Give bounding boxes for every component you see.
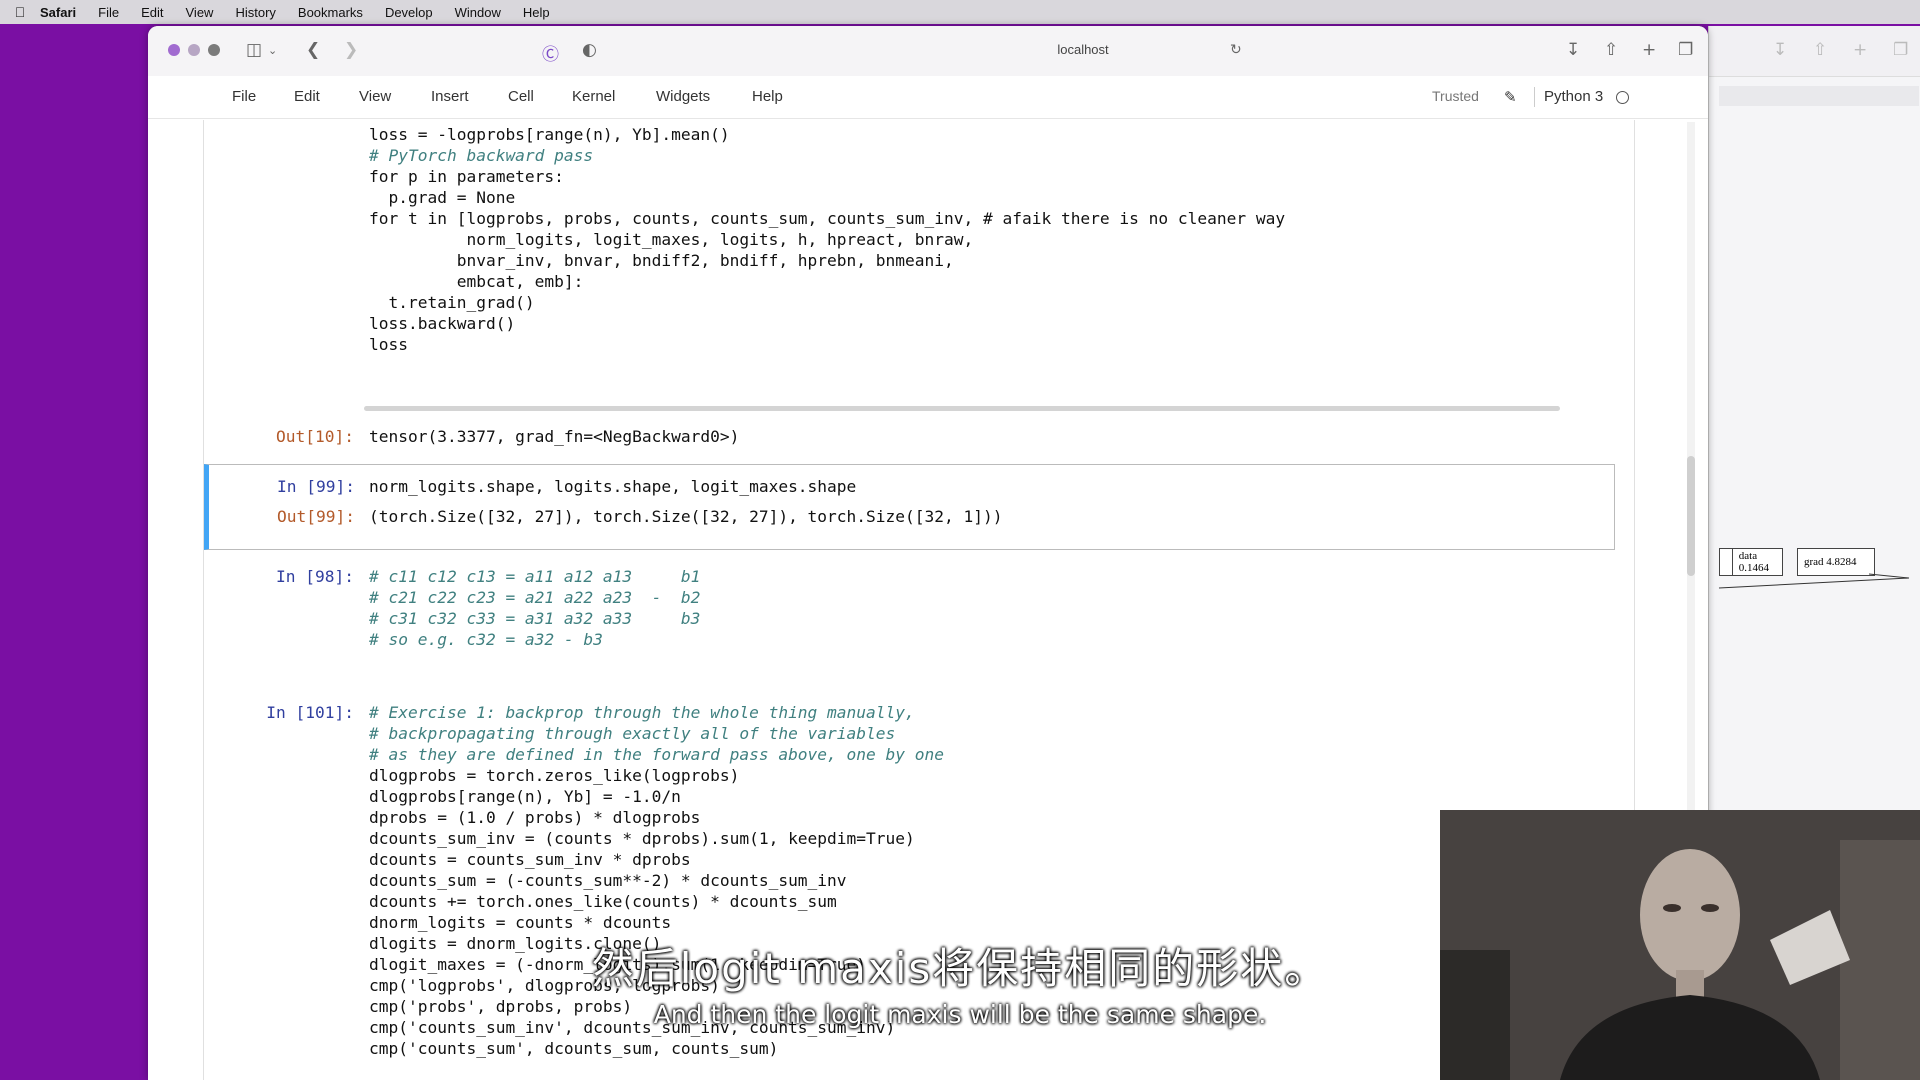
out-prompt-99: Out[99]: [277,507,355,526]
kernel-name[interactable]: Python 3 [1544,88,1603,105]
code-line: dcounts += torch.ones_like(counts) * dco… [369,892,837,911]
code-line: dlogprobs = torch.zeros_like(logprobs) [369,766,740,785]
in-prompt-101: In [101]: [266,703,354,722]
code-line: dcounts = counts_sum_inv * dprobs [369,850,691,869]
minimize-window-icon[interactable] [188,44,200,56]
chevron-down-icon[interactable]: ⌄ [268,44,277,57]
code-line: dcounts_sum = (-counts_sum**-2) * dcount… [369,871,847,890]
shield-icon[interactable]: ◐ [582,40,597,60]
apple-icon[interactable]:  [0,4,40,20]
share-icon[interactable]: ⇧ [1604,40,1618,60]
menu-window[interactable]: Window [455,5,501,20]
code-line: t.retain_grad() [369,293,535,312]
menu-help[interactable]: Help [523,5,550,20]
code-line: # Exercise 1: backprop through the whole… [369,703,915,722]
out-prompt-10: Out[10]: [276,427,354,446]
browser-toolbar: ◫ ⌄ ❮ ❯ Ⓒ ◐ localhost ↻ ↧ ⇧ + ❐ [148,26,1708,77]
jmenu-kernel[interactable]: Kernel [572,88,615,105]
mac-menubar:  Safari File Edit View History Bookmark… [0,0,1920,24]
zoom-window-icon[interactable] [208,44,220,56]
edit-pencil-icon[interactable]: ✎ [1504,88,1517,106]
sidebar-toggle-icon[interactable]: ◫ [246,40,262,60]
jmenu-edit[interactable]: Edit [294,88,320,105]
code-line: loss.backward() [369,314,516,333]
jmenu-view[interactable]: View [359,88,391,105]
back-icon[interactable]: ❮ [306,40,320,60]
code-line: dnorm_logits = counts * dcounts [369,913,672,932]
code-line: loss [369,335,408,354]
cell-10-code[interactable]: loss = -logprobs[range(n), Yb].mean() # P… [369,124,1285,355]
download-icon: ↧ [1773,40,1788,60]
code-line: loss = -logprobs[range(n), Yb].mean() [369,125,730,144]
code-line: # so e.g. c32 = a32 - b3 [369,630,603,649]
code-line: for p in parameters: [369,167,564,186]
jupyter-menubar: File Edit View Insert Cell Kernel Widget… [148,76,1708,119]
subtitle-english: And then the logit maxis will be the sam… [653,1000,1267,1029]
extension-icon[interactable]: Ⓒ [542,40,559,65]
tabs-overview-icon: ❐ [1893,40,1909,60]
new-tab-icon[interactable]: + [1642,40,1656,60]
menu-edit[interactable]: Edit [141,5,163,20]
jmenu-file[interactable]: File [232,88,256,105]
code-line: dcounts_sum_inv = (counts * dprobs).sum(… [369,829,915,848]
cell-98-code[interactable]: # c11 c12 c13 = a11 a12 a13 b1 # c21 c22 … [369,566,700,650]
forward-icon[interactable]: ❯ [344,40,358,60]
in-prompt-99: In [99]: [277,477,355,496]
address-bar[interactable]: localhost [908,42,1258,57]
code-line: # c11 c12 c13 = a11 a12 a13 b1 [369,567,701,586]
kernel-status-icon [1616,91,1629,104]
trusted-indicator[interactable]: Trusted [1432,88,1479,104]
menu-history[interactable]: History [235,5,275,20]
background-toolbar: ↧ ⇧ + ❐ [1709,26,1920,77]
code-line: bnvar_inv, bnvar, bndiff2, bndiff, hpreb… [369,251,954,270]
code-line: # as they are defined in the forward pas… [369,745,944,764]
code-line: # c31 c32 c33 = a31 a32 a33 b3 [369,609,701,628]
output-scroll-divider [364,406,1560,411]
menu-view[interactable]: View [186,5,214,20]
code-line: # PyTorch backward pass [369,146,594,165]
code-line: # c21 c22 c23 = a21 a22 a23 - b2 [369,588,701,607]
menu-file[interactable]: File [98,5,119,20]
tabs-overview-icon[interactable]: ❐ [1678,40,1693,60]
code-line: p.grad = None [369,188,516,207]
cell-99-output: (torch.Size([32, 27]), torch.Size([32, 2… [369,507,1003,526]
close-window-icon[interactable] [168,44,180,56]
code-line: dlogprobs[range(n), Yb] = -1.0/n [369,787,681,806]
code-line: # backpropagating through exactly all of… [369,724,896,743]
menu-bookmarks[interactable]: Bookmarks [298,5,363,20]
jmenu-help[interactable]: Help [752,88,783,105]
in-prompt-98: In [98]: [276,567,354,586]
subtitle-chinese: 然后logit maxis将保持相同的形状。 [591,944,1329,993]
reload-icon[interactable]: ↻ [1230,42,1242,58]
share-icon: ⇧ [1813,40,1828,60]
cell-10-output: tensor(3.3377, grad_fn=<NegBackward0>) [369,427,740,446]
graph-edges [1718,573,1910,589]
code-line: norm_logits, logit_maxes, logits, h, hpr… [369,230,974,249]
download-icon[interactable]: ↧ [1566,40,1580,60]
jmenu-cell[interactable]: Cell [508,88,534,105]
code-line: cmp('counts_sum', dcounts_sum, counts_su… [369,1039,779,1058]
code-line: dprobs = (1.0 / probs) * dlogprobs [369,808,701,827]
code-cell-99-selected[interactable]: In [99]: norm_logits.shape, logits.shape… [204,464,1615,550]
cell-99-code[interactable]: norm_logits.shape, logits.shape, logit_m… [369,476,856,497]
jmenu-widgets[interactable]: Widgets [656,88,710,105]
new-tab-icon: + [1853,40,1868,60]
code-line: embcat, emb]: [369,272,584,291]
menu-app-safari[interactable]: Safari [40,5,76,20]
page-scrollbar-thumb[interactable] [1687,456,1695,576]
divider [1534,87,1535,107]
background-tab-strip [1719,86,1919,106]
code-line: for t in [logprobs, probs, counts, count… [369,209,1286,228]
menu-develop[interactable]: Develop [385,5,433,20]
jmenu-insert[interactable]: Insert [431,88,469,105]
